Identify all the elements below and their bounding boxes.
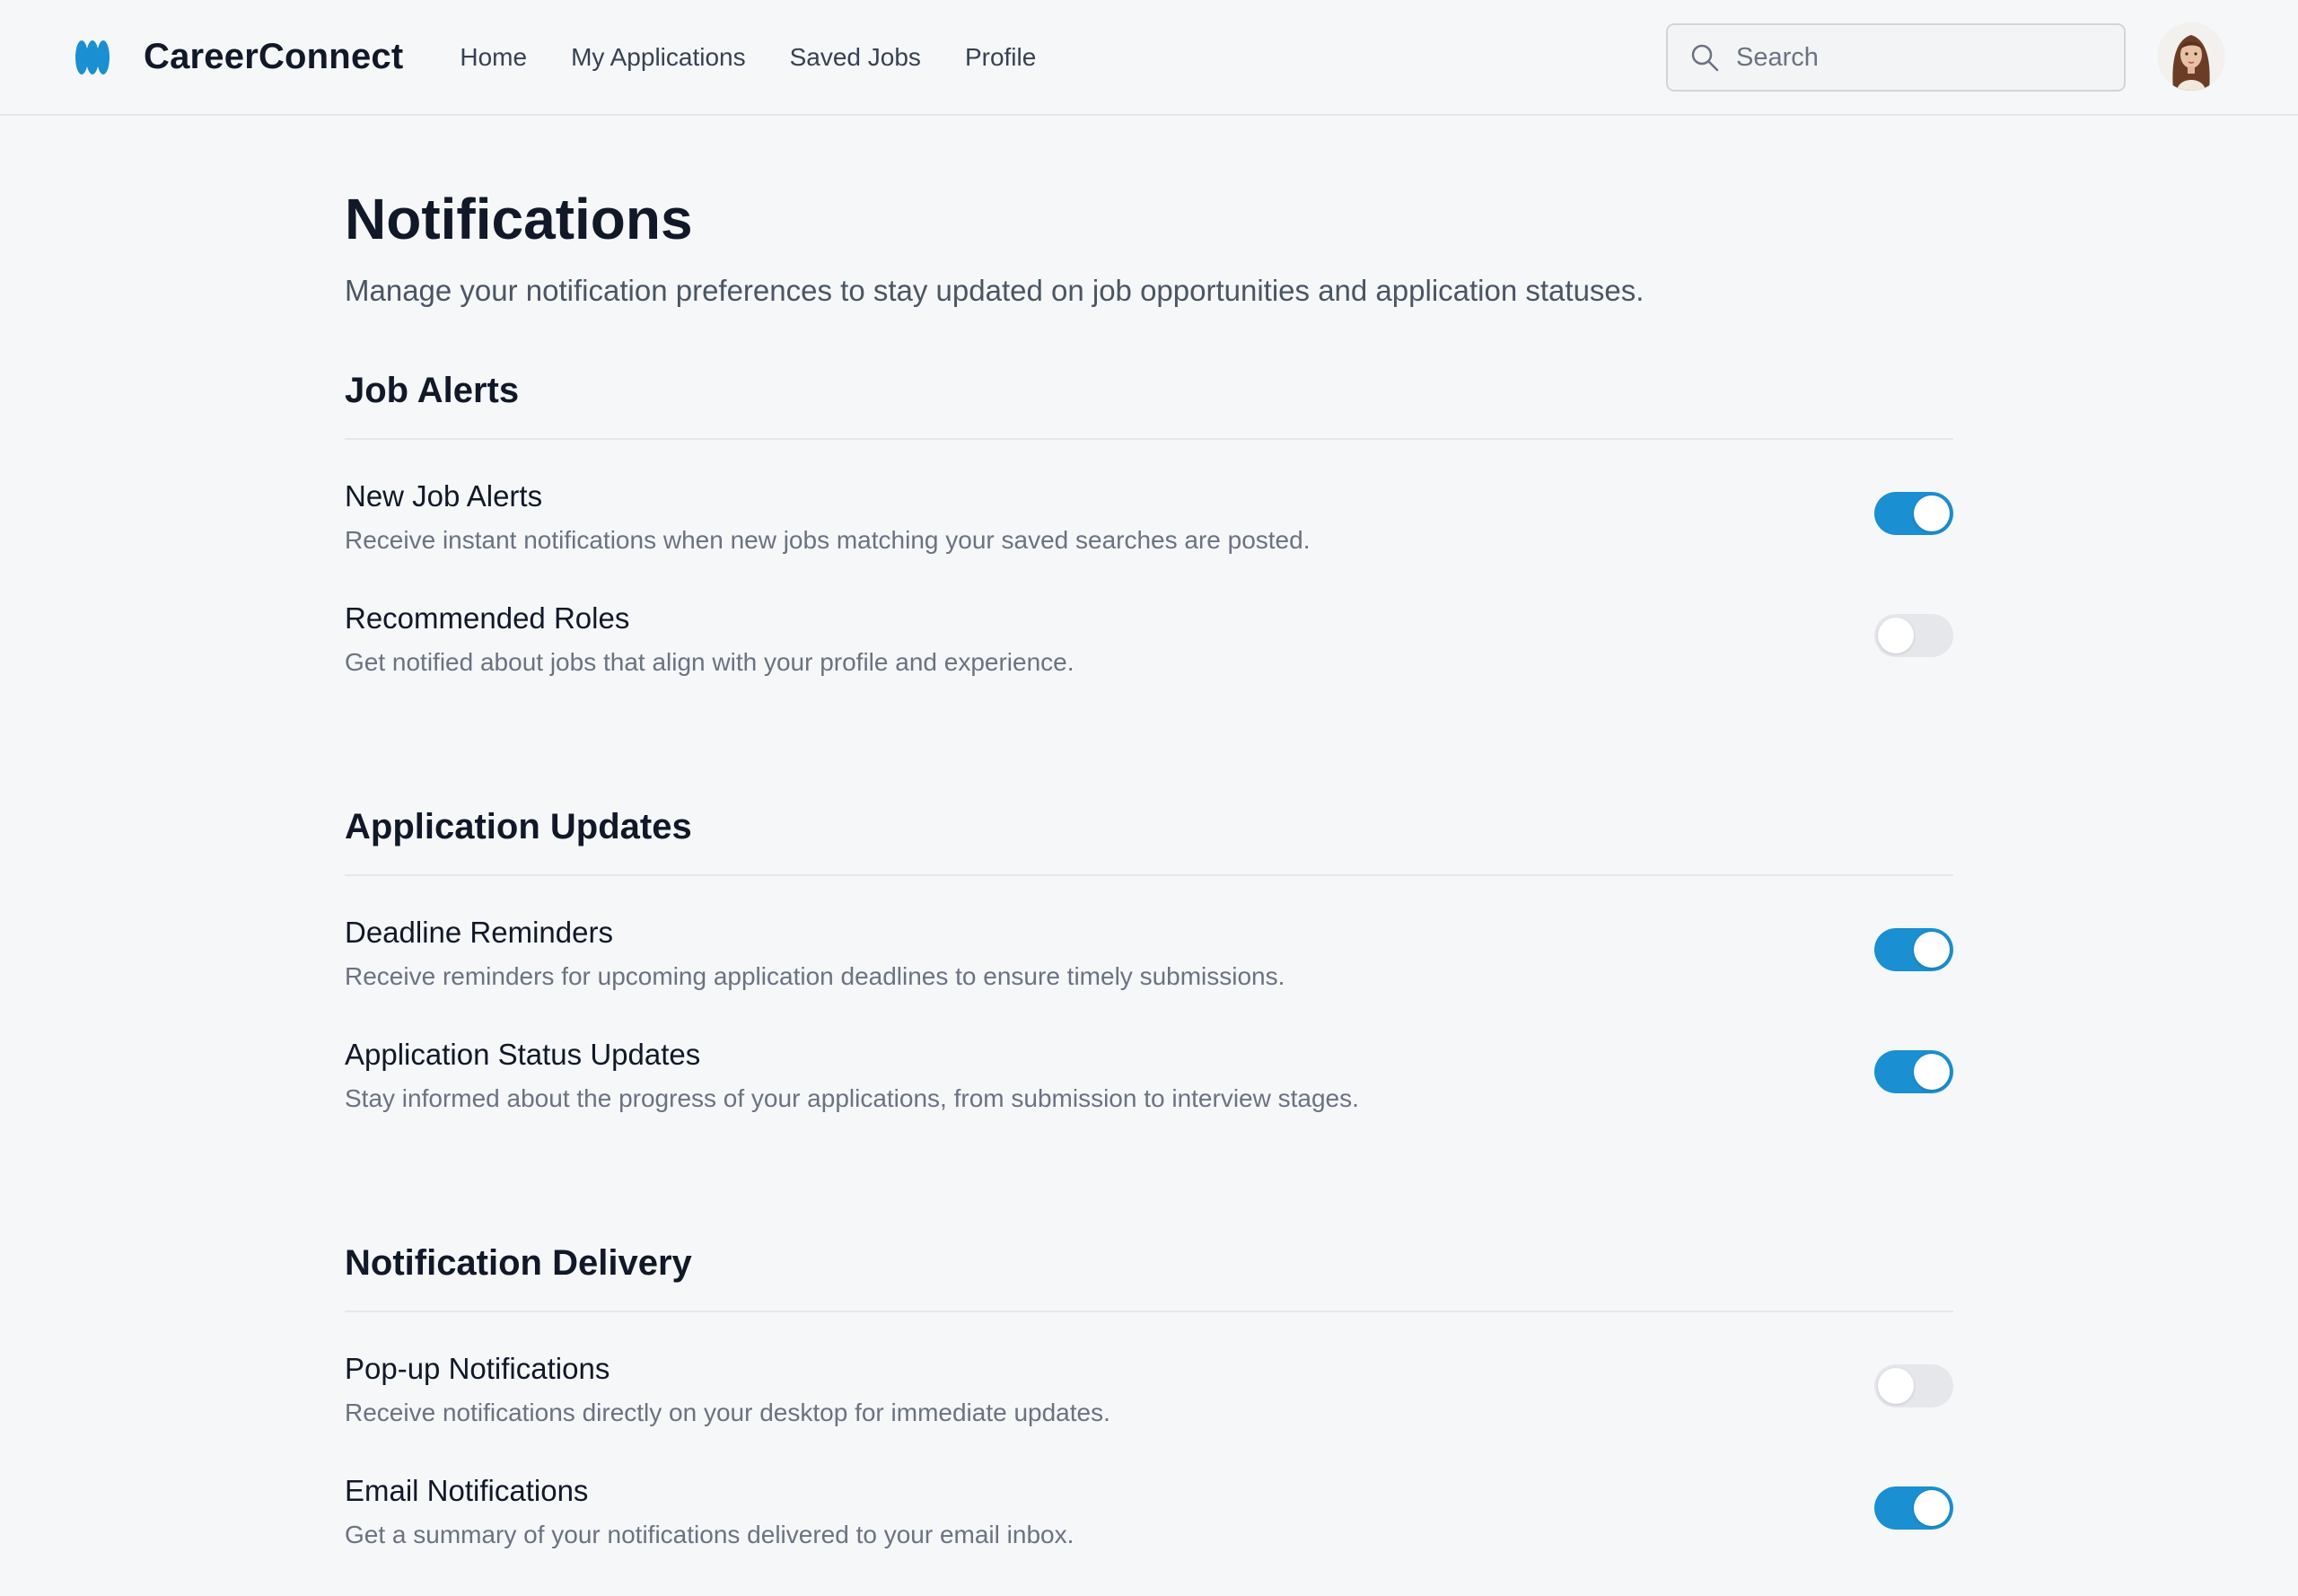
nav-item-saved-jobs[interactable]: Saved Jobs [790, 43, 921, 72]
setting-title: New Job Alerts [345, 479, 543, 513]
setting-title: Pop-up Notifications [345, 1352, 610, 1385]
deadline-reminders-toggle[interactable] [1874, 928, 1953, 971]
search-icon [1691, 44, 1719, 72]
main-nav: Home My Applications Saved Jobs Profile [460, 43, 1080, 72]
section-divider [345, 874, 1953, 876]
notifications-page: Notifications Manage your notification p… [345, 116, 1953, 1596]
toggle-knob [1878, 618, 1914, 653]
email-notifications-toggle[interactable] [1874, 1486, 1953, 1530]
brand[interactable]: CareerConnect [74, 37, 403, 77]
page-subtitle: Manage your notification preferences to … [345, 274, 1645, 307]
setting-pop-up-notifications: Pop-up Notifications Receive notificatio… [345, 1352, 1953, 1474]
toggle-knob [1914, 495, 1950, 531]
nav-item-my-applications[interactable]: My Applications [571, 43, 746, 72]
setting-description: Get a summary of your notifications deli… [345, 1521, 1074, 1548]
pop-up-notifications-toggle[interactable] [1874, 1364, 1953, 1407]
toggle-knob [1878, 1368, 1914, 1404]
section-divider [345, 438, 1953, 440]
toggle-knob [1914, 932, 1950, 968]
nav-item-profile[interactable]: Profile [965, 43, 1036, 72]
setting-description: Receive reminders for upcoming applicati… [345, 962, 1285, 990]
brand-logo-icon [75, 39, 110, 75]
avatar-portrait-icon [2157, 22, 2225, 91]
application-status-updates-toggle[interactable] [1874, 1050, 1953, 1093]
setting-description: Receive notifications directly on your d… [345, 1399, 1110, 1426]
new-job-alerts-toggle[interactable] [1874, 492, 1953, 535]
nav-item-home[interactable]: Home [460, 43, 527, 72]
setting-title: Email Notifications [345, 1474, 589, 1507]
section-application-updates: Application Updates Deadline Reminders R… [345, 807, 1953, 1160]
setting-recommended-roles: Recommended Roles Get notified about job… [345, 601, 1953, 723]
section-title: Notification Delivery [345, 1243, 692, 1283]
setting-title: Recommended Roles [345, 601, 630, 635]
search-input[interactable] [1736, 42, 2095, 73]
setting-deadline-reminders: Deadline Reminders Receive reminders for… [345, 916, 1953, 1038]
section-title: Application Updates [345, 807, 692, 846]
setting-description: Get notified about jobs that align with … [345, 648, 1074, 676]
setting-new-job-alerts: New Job Alerts Receive instant notificat… [345, 479, 1953, 601]
setting-description: Stay informed about the progress of your… [345, 1084, 1359, 1112]
section-job-alerts: Job Alerts New Job Alerts Receive instan… [345, 371, 1953, 723]
section-title: Job Alerts [345, 371, 520, 410]
setting-title: Deadline Reminders [345, 916, 613, 949]
recommended-roles-toggle[interactable] [1874, 614, 1953, 657]
toggle-knob [1914, 1054, 1950, 1090]
brand-name: CareerConnect [144, 37, 404, 76]
setting-description: Receive instant notifications when new j… [345, 526, 1311, 554]
toggle-knob [1914, 1490, 1950, 1526]
setting-application-status-updates: Application Status Updates Stay informed… [345, 1038, 1953, 1160]
section-divider [345, 1311, 1953, 1312]
section-notification-delivery: Notification Delivery Pop-up Notificatio… [345, 1243, 1953, 1596]
setting-email-notifications: Email Notifications Get a summary of you… [345, 1474, 1953, 1596]
search-box[interactable] [1666, 23, 2126, 92]
setting-title: Application Status Updates [345, 1038, 701, 1071]
user-avatar[interactable] [2157, 22, 2225, 91]
top-navigation-bar: CareerConnect Home My Applications Saved… [0, 0, 2298, 116]
page-title: Notifications [345, 187, 693, 251]
